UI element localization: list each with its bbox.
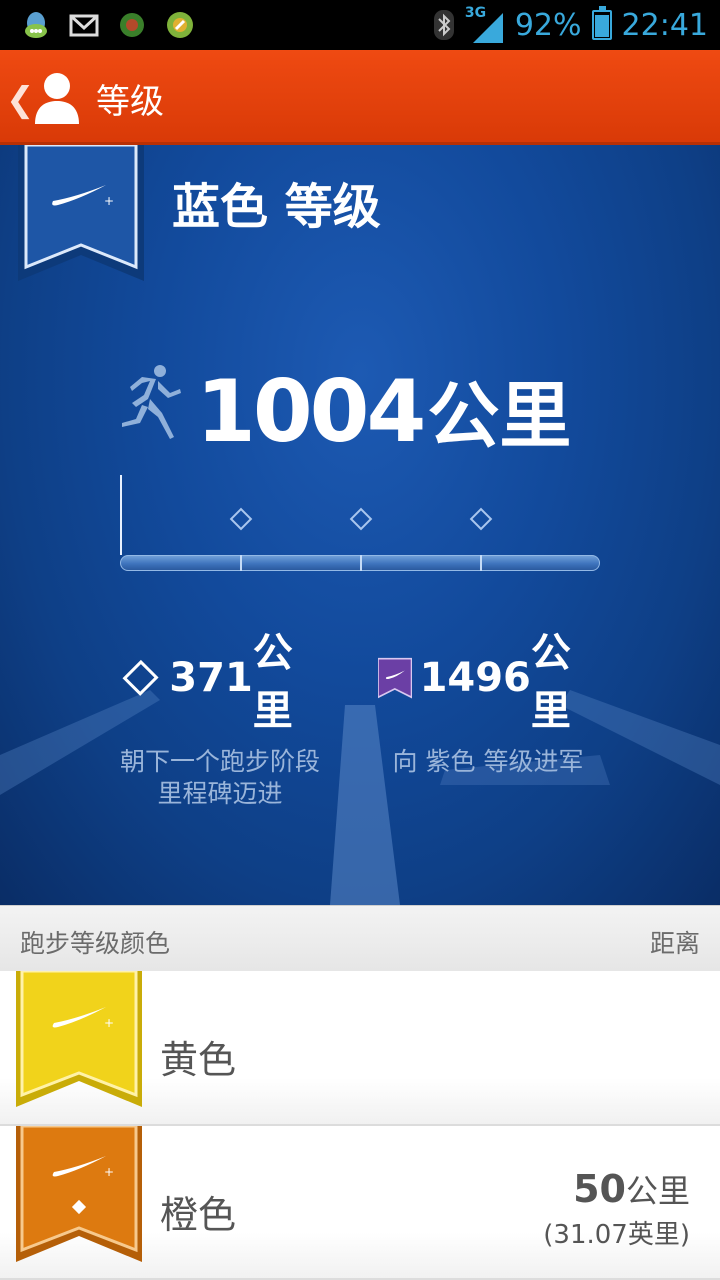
level-list-header: 跑步等级颜色 距离 (0, 905, 720, 971)
blue-level-banner-icon: + (18, 145, 144, 281)
next-milestone-description: 朝下一个跑步阶段里程碑迈进 (119, 747, 320, 808)
next-level-unit: 公里 (530, 630, 571, 734)
level-distance-unit: 公里 (625, 1172, 690, 1210)
header-color-label: 跑步等级颜色 (20, 929, 171, 958)
level-hero: + 蓝色 等级 1004 公里 371 公里 朝下一个跑步阶段里程碑迈进 149… (0, 145, 720, 905)
runner-icon (122, 365, 181, 439)
level-distance: 50公里 (31.07英里) (543, 1166, 690, 1251)
svg-text:+: + (104, 194, 114, 208)
svg-text:+: + (104, 1016, 114, 1030)
app-icon (167, 12, 193, 38)
battery-percent: 92% (514, 7, 582, 43)
level-title: 蓝色 等级 (172, 179, 381, 235)
milestone-diamond-icon (469, 507, 493, 531)
battery-icon (591, 6, 612, 40)
level-distance-km: 50 (573, 1167, 626, 1211)
distance-value: 1004 (196, 362, 426, 462)
clock: 22:41 (621, 7, 708, 43)
level-row-yellow[interactable]: + 黄色 (0, 971, 720, 1126)
bluetooth-icon (433, 10, 454, 40)
level-row-orange[interactable]: + 橙色 50公里 (31.07英里) (0, 1126, 720, 1280)
next-milestone-value: 371 (169, 655, 253, 701)
next-level-description: 向 紫色 等级进军 (392, 747, 584, 776)
svg-text:+: + (104, 1165, 114, 1179)
track-divider (240, 555, 242, 571)
signal-icon: 3G (465, 5, 505, 45)
orange-level-banner-icon: + (16, 1126, 142, 1262)
header-distance-label: 距离 (649, 929, 700, 958)
total-distance: 1004 公里 (196, 357, 571, 462)
next-level-value: 1496 (419, 655, 531, 701)
qq-icon (25, 12, 47, 38)
status-bar: 3G 92% 22:41 (0, 0, 720, 50)
track-divider (360, 555, 362, 571)
distance-unit: 公里 (427, 374, 572, 458)
purple-level-flag-icon (378, 657, 412, 699)
milestone-diamond-icon (349, 507, 373, 531)
diamond-icon (122, 659, 159, 697)
status-bar-right: 3G 92% 22:41 (433, 0, 708, 50)
page-title: 等级 (96, 82, 164, 122)
android-app-icon (120, 13, 144, 37)
gmail-icon (69, 14, 99, 37)
action-bar: ❮ 等级 (0, 50, 720, 145)
level-name: 黄色 (160, 1038, 237, 1082)
next-milestone-stat: 371 公里 朝下一个跑步阶段里程碑迈进 (110, 620, 330, 810)
track-divider (480, 555, 482, 571)
level-progress (120, 475, 600, 575)
next-level-stat: 1496 公里 向 紫色 等级进军 (378, 620, 598, 778)
next-milestone-unit: 公里 (252, 630, 293, 734)
progress-marker (120, 475, 122, 555)
level-distance-miles: (31.07英里) (543, 1220, 690, 1250)
back-chevron-icon[interactable]: ❮ (6, 80, 35, 120)
yellow-level-banner-icon: + (16, 971, 142, 1107)
user-icon[interactable] (32, 68, 82, 124)
milestone-diamond-icon (229, 507, 253, 531)
level-name: 橙色 (160, 1193, 237, 1237)
